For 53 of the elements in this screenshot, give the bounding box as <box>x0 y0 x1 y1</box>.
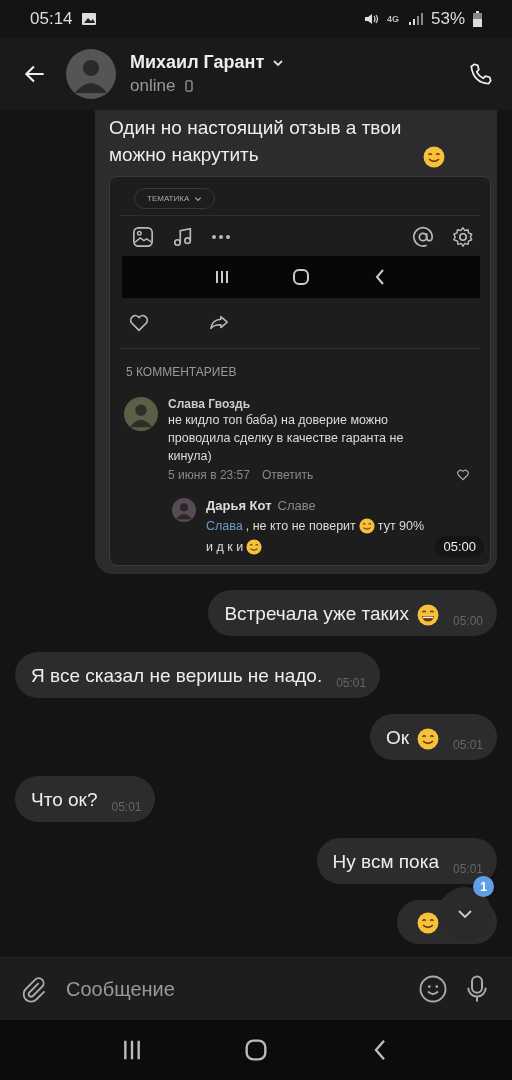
contact-name[interactable]: Михаил Гарант <box>130 52 265 73</box>
smile-emoji-icon <box>416 728 439 750</box>
message-time: 05:01 <box>336 676 367 690</box>
composer-bar[interactable]: Сообщение <box>0 957 512 1020</box>
message-text: Встречала уже таких <box>224 602 409 626</box>
clock: 05:14 <box>30 9 73 29</box>
heart-icon <box>128 312 150 334</box>
message-text: Ок <box>385 726 409 750</box>
smile-emoji-icon <box>358 518 375 534</box>
heart-icon <box>456 468 470 482</box>
message-input[interactable]: Сообщение <box>62 973 404 1005</box>
comment-text: не кидло топ баба) на доверие можно проводила сделку в качестве гаранта не кинула) <box>168 412 405 465</box>
home-icon <box>292 268 310 286</box>
signal-icon <box>406 11 423 27</box>
settings-icon <box>452 226 474 248</box>
grin-emoji-icon <box>416 604 439 626</box>
message-text: Один но настоящий отзыв а твои можно накрутить <box>109 116 403 167</box>
message-time: 05:00 <box>435 536 484 557</box>
music-icon <box>172 226 194 248</box>
comment-text: тут 90% <box>377 519 425 533</box>
comment-author: Дарья Кот <box>206 498 272 513</box>
comment-text: и д к и <box>206 540 244 554</box>
call-icon[interactable] <box>468 61 494 87</box>
message-text: Что ок? <box>31 788 98 812</box>
image-icon <box>132 226 154 248</box>
commenter-avatar <box>172 498 196 522</box>
message-text: Ну всм пока <box>332 850 439 874</box>
home-icon[interactable] <box>244 1038 268 1062</box>
message-time: 05:01 <box>452 862 483 876</box>
smile-emoji-icon <box>417 912 439 934</box>
comment-date: 5 июня в 23:57 <box>168 468 250 482</box>
message-text: Я все сказал не веришь не надо. <box>31 664 323 688</box>
comment-author: Слава Гвоздь <box>168 397 252 411</box>
message-time: 05:00 <box>452 614 483 628</box>
chevron-down-icon <box>194 194 203 203</box>
reply-target: Славе <box>277 498 316 513</box>
attach-icon[interactable] <box>20 975 48 1003</box>
battery-percent: 53% <box>430 9 465 29</box>
battery-icon <box>473 11 482 27</box>
network-label: 4G <box>386 14 399 24</box>
smile-emoji-icon <box>423 146 445 168</box>
commenter-avatar <box>124 397 158 431</box>
comments-count: 5 КОММЕНТАРИЕВ <box>125 364 238 381</box>
smile-emoji-icon <box>246 539 263 555</box>
emoji-icon[interactable] <box>418 974 448 1004</box>
message-time: 05:01 <box>452 738 483 752</box>
comment-text: , не кто не поверит <box>245 519 356 533</box>
online-status: online <box>130 76 176 96</box>
phone-device-icon <box>183 80 196 92</box>
mention-icon <box>412 226 434 248</box>
message-time: 05:01 <box>111 800 142 814</box>
image-icon <box>80 11 97 27</box>
more-icon <box>212 235 230 239</box>
